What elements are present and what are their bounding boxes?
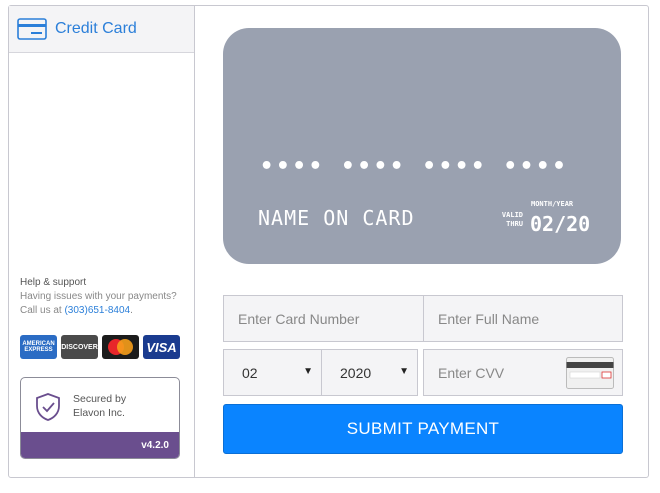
secure-line1: Secured by [73,393,127,405]
help-text: Having issues with your payments? [20,291,177,302]
chevron-down-icon: ▼ [399,366,409,377]
amex-logo: AMERICAN EXPRESS [20,335,57,359]
mastercard-circles-icon [108,339,133,355]
month-year-label: MONTH/YEAR [531,200,574,208]
support-phone-link[interactable]: (303)651-8404 [64,305,130,316]
help-support: Help & support Having issues with your p… [20,276,190,318]
full-name-field [423,295,623,342]
card-preview: •••• •••• •••• •••• NAME ON CARD VALID T… [223,28,621,264]
valid-line2: THRU [506,220,523,228]
card-number-field [223,295,424,342]
help-call-suffix: . [130,305,133,316]
accepted-cards: AMERICAN EXPRESS DISCOVER VISA [20,335,180,359]
tab-credit-card[interactable]: Credit Card [9,6,194,53]
help-call-prefix: Call us at [20,305,62,316]
tab-label: Credit Card [55,20,137,37]
secure-text: Secured by Elavon Inc. [73,392,126,420]
help-title: Help & support [20,277,87,288]
discover-logo: DISCOVER [61,335,98,359]
credit-card-icon [17,18,47,40]
card-number-mask: •••• •••• •••• •••• [260,154,569,179]
cvv-field [423,349,623,396]
chevron-down-icon: ▼ [303,366,313,377]
version-label: v4.2.0 [141,440,169,451]
card-name: NAME ON CARD [258,206,415,230]
year-select[interactable]: 2020 ▼ [321,349,418,396]
payment-frame: Credit Card Help & support Having issues… [8,5,649,478]
card-expiry: 02/20 [530,212,591,236]
shield-check-icon [36,393,60,421]
month-select[interactable]: 02 ▼ [223,349,322,396]
version-bar: v4.2.0 [21,432,179,458]
mastercard-logo [102,335,139,359]
full-name-input[interactable] [424,296,622,341]
help-call: Call us at (303)651-8404. [20,304,190,318]
valid-line1: VALID [501,211,523,219]
visa-logo: VISA [143,335,180,359]
submit-payment-button[interactable]: SUBMIT PAYMENT [223,404,623,454]
valid-thru-label: VALID THRU [499,211,523,229]
card-back-cvv-icon [566,357,614,389]
card-number-input[interactable] [224,296,423,341]
secured-by-badge: Secured by Elavon Inc. v4.2.0 [20,377,180,459]
sidebar: Credit Card Help & support Having issues… [9,6,195,477]
amex-line2: EXPRESS [24,347,53,353]
secure-line2: Elavon Inc. [73,407,125,419]
